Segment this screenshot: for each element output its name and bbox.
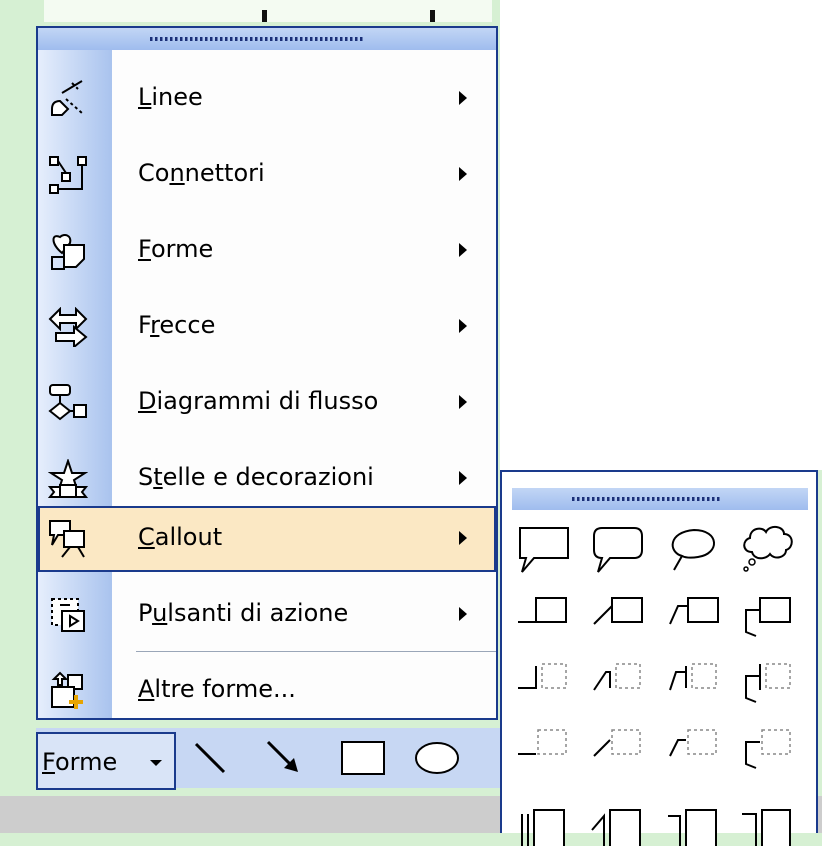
line-callout-3-icon[interactable] [664,584,724,640]
line-icon[interactable] [188,736,232,780]
submenu-arrow-icon [459,471,467,485]
rectangle-icon[interactable] [338,736,388,780]
line-callout-2-icon[interactable] [588,584,648,640]
line-callout-1-border-accent-icon[interactable] [514,790,574,846]
line-callout-1-accent-bar-icon[interactable] [514,650,574,706]
submenu-arrow-icon [459,395,467,409]
menu-item-forme[interactable]: Forme [38,218,496,284]
flowchart-icon [48,384,87,421]
grip-icon [572,497,722,501]
menu-item-frecce[interactable]: Frecce [38,294,496,360]
autoshapes-menu: Linee Connettori Forme Frecce Diagrammi … [36,26,498,720]
line-callout-3-accent-bar-icon[interactable] [664,650,724,706]
line-callout-2-no-border-icon[interactable] [588,716,648,772]
cloud-callout-icon[interactable] [738,522,798,578]
submenu-arrow-icon [459,319,467,333]
menu-grip-bar[interactable] [38,28,496,50]
oval-callout-icon[interactable] [664,522,724,578]
action-buttons-icon [51,598,85,632]
submenu-arrow-icon [459,167,467,181]
line-callout-1-no-border-icon[interactable] [514,716,574,772]
palette-grip-bar[interactable] [512,488,808,510]
submenu-arrow-icon [459,91,467,105]
document-ruler [44,0,492,22]
rounded-rectangular-callout-icon[interactable] [588,522,648,578]
oval-icon[interactable] [412,736,462,780]
arrow-icon[interactable] [262,736,306,780]
line-callout-3-no-border-icon[interactable] [664,716,724,772]
connectors-icon [49,156,87,194]
more-autoshapes-icon [51,671,83,709]
menu-item-altre-forme[interactable]: Altre forme... [38,658,496,724]
line-callout-4-no-border-icon[interactable] [738,716,798,772]
stars-banners-icon [48,459,88,498]
rectangular-callout-icon[interactable] [514,522,574,578]
menu-item-diagrammi-di-flusso[interactable]: Diagrammi di flusso [38,370,496,436]
line-callout-2-border-accent-icon[interactable] [588,790,648,846]
line-callout-1-icon[interactable] [514,584,574,640]
menu-item-linee[interactable]: Linee [38,66,496,132]
menu-separator [136,651,496,652]
document-area [500,0,822,470]
submenu-arrow-icon [459,531,467,545]
line-callout-4-icon[interactable] [738,584,798,640]
submenu-arrow-icon [459,607,467,621]
line-callout-4-accent-bar-icon[interactable] [738,650,798,706]
line-callout-2-accent-bar-icon[interactable] [588,650,648,706]
callouts-icon [49,520,85,558]
basic-shapes-icon [51,234,85,270]
submenu-arrow-icon [459,243,467,257]
menu-item-connettori[interactable]: Connettori [38,142,496,208]
lines-icon [51,80,83,116]
callout-palette [500,470,818,846]
chevron-down-icon [150,760,162,766]
menu-item-stelle-e-decorazioni[interactable]: Stelle e decorazioni [38,446,496,512]
menu-item-pulsanti-di-azione[interactable]: Pulsanti di azione [38,582,496,648]
line-callout-3-border-accent-icon[interactable] [664,790,724,846]
menu-item-callout[interactable]: Callout [38,506,496,572]
forme-dropdown-button[interactable]: Forme [36,732,176,790]
block-arrows-icon [48,307,88,347]
line-callout-4-border-accent-icon[interactable] [738,790,798,846]
